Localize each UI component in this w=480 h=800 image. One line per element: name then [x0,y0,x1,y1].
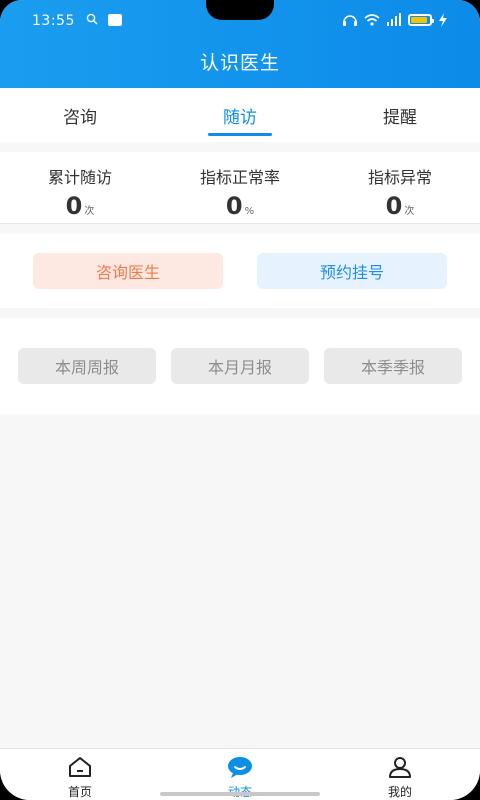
battery-icon [408,14,434,26]
action-panel: 咨询医生 预约挂号 [0,234,480,308]
status-time: 13:55 [32,13,75,29]
stat-abnormal: 指标异常 0 次 [320,152,480,223]
stat-value: 0 [65,192,83,220]
home-indicator[interactable] [160,792,320,796]
charging-bolt-icon [439,13,447,27]
status-bar: 13:55 [0,0,480,40]
stat-label: 累计随访 [47,168,112,187]
stat-normal-rate: 指标正常率 0 % [160,152,320,223]
reports-panel: 本周周报 本月月报 本季季报 [0,318,480,414]
tab-followup-label: 随访 [223,107,257,128]
search-icon [86,13,98,25]
headset-icon [343,15,357,26]
nav-mine[interactable]: 我的 [320,749,480,800]
stat-unit: % [244,206,255,217]
home-icon [69,757,91,777]
nav-home-label: 首页 [67,785,92,799]
tab-consult[interactable]: 咨询 [0,88,160,142]
stat-value: 0 [385,192,403,220]
stat-total-followups: 累计随访 0 次 [0,152,160,223]
stat-unit: 次 [84,206,95,217]
status-right-icons [342,12,448,28]
app-notification-icon [108,14,122,26]
signal-icon [387,13,401,26]
book-appointment-button[interactable]: 预约挂号 [257,253,447,289]
stat-label: 指标异常 [367,168,432,187]
tab-reminder-label: 提醒 [383,107,417,128]
quarterly-report-button[interactable]: 本季季报 [324,348,462,384]
user-icon [389,757,411,778]
stat-label: 指标正常率 [199,168,280,187]
active-tab-indicator [208,133,272,136]
tab-reminder[interactable]: 提醒 [320,88,480,142]
stats-panel: 累计随访 0 次 指标正常率 0 % 指标异常 0 次 [0,152,480,224]
phone-screen: 13:55 认识医生 咨询 随访 提醒 累计随访 0 次 指标正常率 0 % 指… [0,0,480,800]
stat-value: 0 [225,192,243,220]
tab-followup[interactable]: 随访 [160,88,320,142]
nav-home[interactable]: 首页 [0,749,160,800]
page-title: 认识医生 [199,52,280,74]
app-header: 13:55 认识医生 [0,0,480,88]
stat-unit: 次 [404,206,415,217]
consult-doctor-button[interactable]: 咨询医生 [33,253,223,289]
nav-mine-label: 我的 [387,785,412,799]
chat-bubble-icon [228,757,252,778]
tab-consult-label: 咨询 [63,107,97,128]
weekly-report-button[interactable]: 本周周报 [18,348,156,384]
monthly-report-button[interactable]: 本月月报 [171,348,309,384]
wifi-icon [364,14,380,26]
top-tabs: 咨询 随访 提醒 [0,88,480,142]
